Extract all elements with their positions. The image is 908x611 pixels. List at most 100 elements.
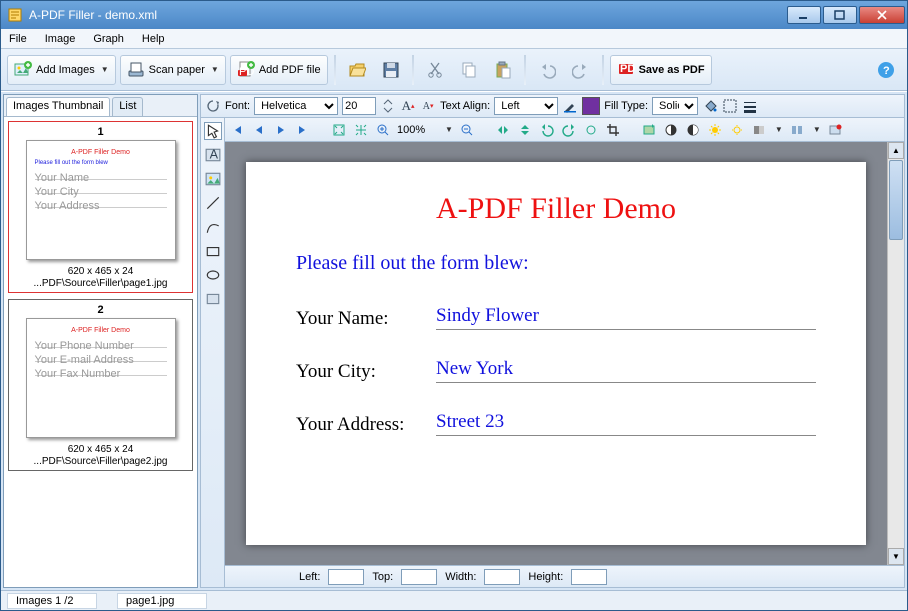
rotate-right-icon[interactable] — [561, 122, 577, 138]
app-icon — [7, 7, 23, 23]
scroll-down-icon[interactable]: ▼ — [888, 548, 904, 565]
thumbnail-item[interactable]: 2 A-PDF Filler Demo Your Phone NumberYou… — [8, 299, 193, 471]
align-select[interactable]: Left — [494, 97, 558, 115]
field-value[interactable]: New York — [436, 358, 816, 383]
scan-paper-label: Scan paper — [149, 64, 205, 76]
height-input[interactable] — [571, 569, 607, 585]
line-tool[interactable] — [204, 194, 222, 212]
brightness-down-icon[interactable] — [729, 122, 745, 138]
save-as-pdf-button[interactable]: PDF Save as PDF — [610, 55, 712, 85]
fill-select[interactable]: Solid — [652, 97, 698, 115]
dropdown-arrow-icon[interactable]: ▼ — [775, 125, 783, 134]
thumbnail-item[interactable]: 1 A-PDF Filler DemoPlease fill out the f… — [8, 121, 193, 293]
titlebar: A-PDF Filler - demo.xml — [1, 1, 907, 29]
menu-image[interactable]: Image — [41, 31, 80, 47]
scroll-up-icon[interactable]: ▲ — [888, 142, 904, 159]
add-images-button[interactable]: Add Images ▼ — [7, 55, 116, 85]
field-value[interactable]: Sindy Flower — [436, 305, 816, 330]
svg-text:A: A — [209, 147, 218, 161]
field-label: Your City: — [296, 361, 436, 383]
border-icon[interactable] — [722, 98, 738, 114]
left-input[interactable] — [328, 569, 364, 585]
pen-icon[interactable] — [562, 98, 578, 114]
menu-file[interactable]: File — [5, 31, 31, 47]
curve-tool[interactable] — [204, 218, 222, 236]
contrast2-icon[interactable] — [685, 122, 701, 138]
image-toolbar: 100% ▼ — [225, 118, 904, 142]
font-select[interactable]: Helvetica — [254, 97, 338, 115]
ellipse-tool[interactable] — [204, 266, 222, 284]
zoom-out-icon[interactable] — [459, 122, 475, 138]
zoom-in-icon[interactable] — [375, 122, 391, 138]
more-icon[interactable] — [827, 122, 843, 138]
actual-icon[interactable] — [353, 122, 369, 138]
paste-button[interactable] — [488, 55, 518, 85]
line-weight-icon[interactable] — [742, 98, 758, 114]
refresh-icon[interactable] — [205, 98, 221, 114]
grayscale-icon[interactable] — [751, 122, 767, 138]
fit-icon[interactable] — [331, 122, 347, 138]
last-icon[interactable] — [295, 122, 311, 138]
separator — [524, 55, 526, 85]
flip-h-icon[interactable] — [495, 122, 511, 138]
redo-button[interactable] — [566, 55, 596, 85]
maximize-button[interactable] — [823, 6, 857, 24]
rotate-180-icon[interactable] — [583, 122, 599, 138]
scan-paper-button[interactable]: Scan paper ▼ — [120, 55, 226, 85]
cut-button[interactable] — [420, 55, 450, 85]
flip-v-icon[interactable] — [517, 122, 533, 138]
effects-icon[interactable] — [641, 122, 657, 138]
help-button[interactable]: ? — [871, 55, 901, 85]
image-tool[interactable] — [204, 170, 222, 188]
dropdown-arrow-icon[interactable]: ▼ — [813, 125, 821, 134]
tool-palette: A — [201, 118, 225, 587]
prev-icon[interactable] — [251, 122, 267, 138]
open-button[interactable] — [342, 55, 372, 85]
top-input[interactable] — [401, 569, 437, 585]
thumbnail-path: ...PDF\Source\Filler\page1.jpg — [11, 278, 190, 290]
menu-help[interactable]: Help — [138, 31, 169, 47]
font-size-input[interactable] — [342, 97, 376, 115]
field-value[interactable]: Street 23 — [436, 411, 816, 436]
first-icon[interactable] — [229, 122, 245, 138]
canvas-scroll[interactable]: A-PDF Filler Demo Please fill out the fo… — [225, 142, 887, 565]
text-tool[interactable]: A — [204, 146, 222, 164]
tab-list[interactable]: List — [112, 97, 143, 116]
page[interactable]: A-PDF Filler Demo Please fill out the fo… — [246, 162, 866, 545]
position-toolbar: Left: Top: Width: Height: — [225, 565, 904, 587]
split-icon[interactable] — [789, 122, 805, 138]
statusbar: Images 1 /2 page1.jpg — [1, 590, 907, 610]
width-input[interactable] — [484, 569, 520, 585]
close-button[interactable] — [859, 6, 905, 24]
add-pdf-button[interactable]: PDF Add PDF file — [230, 55, 328, 85]
menu-graph[interactable]: Graph — [89, 31, 128, 47]
zoom-value[interactable]: 100% — [397, 124, 437, 136]
stamp-tool[interactable] — [204, 290, 222, 308]
brightness-up-icon[interactable] — [707, 122, 723, 138]
fill-color-swatch[interactable] — [582, 97, 600, 115]
pointer-tool[interactable] — [204, 122, 222, 140]
vertical-scrollbar[interactable]: ▲ ▼ — [887, 142, 904, 565]
crop-icon[interactable] — [605, 122, 621, 138]
next-icon[interactable] — [273, 122, 289, 138]
app-window: A-PDF Filler - demo.xml File Image Graph… — [0, 0, 908, 611]
save-button[interactable] — [376, 55, 406, 85]
dropdown-arrow-icon[interactable]: ▼ — [445, 125, 453, 134]
minimize-button[interactable] — [787, 6, 821, 24]
undo-button[interactable] — [532, 55, 562, 85]
contrast-icon[interactable] — [663, 122, 679, 138]
tab-thumbnails[interactable]: Images Thumbnail — [6, 97, 110, 116]
rotate-left-icon[interactable] — [539, 122, 555, 138]
copy-button[interactable] — [454, 55, 484, 85]
bucket-icon[interactable] — [702, 98, 718, 114]
svg-text:PDF: PDF — [620, 63, 635, 75]
form-row: Your City: New York — [296, 358, 816, 383]
fill-label: Fill Type: — [604, 100, 648, 112]
decrease-font-icon[interactable]: A▾ — [420, 98, 436, 114]
increase-font-icon[interactable]: A▴ — [400, 98, 416, 114]
font-size-spin[interactable] — [380, 98, 396, 114]
dropdown-arrow-icon: ▼ — [211, 65, 219, 74]
rect-tool[interactable] — [204, 242, 222, 260]
scroll-thumb[interactable] — [889, 160, 903, 240]
thumbnail-preview: A-PDF Filler DemoPlease fill out the for… — [26, 140, 176, 260]
